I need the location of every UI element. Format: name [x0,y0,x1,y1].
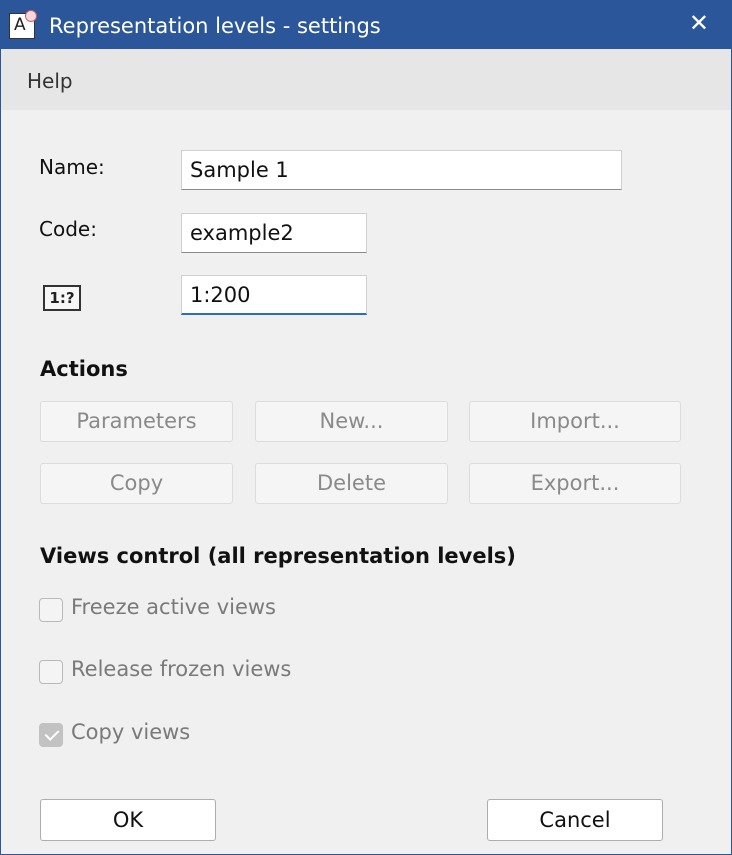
delete-button[interactable]: Delete [255,463,448,504]
code-label: Code: [39,217,97,241]
code-input[interactable]: example2 [181,213,367,253]
close-icon[interactable]: ✕ [689,9,709,37]
copy-views-checkbox[interactable] [39,723,63,747]
name-label: Name: [39,155,105,179]
copy-views-label: Copy views [71,720,191,744]
scale-input[interactable]: 1:200 [181,275,367,315]
app-icon-letter: A [14,15,26,35]
parameters-button[interactable]: Parameters [40,401,233,442]
ok-button[interactable]: OK [40,799,216,841]
cancel-button[interactable]: Cancel [487,799,663,841]
scale-icon: 1:? [43,285,81,311]
window-title: Representation levels - settings [49,14,381,38]
import-button[interactable]: Import... [469,401,681,442]
export-button[interactable]: Export... [469,463,681,504]
release-label: Release frozen views [71,657,292,681]
checkmark-icon [44,726,60,741]
actions-heading: Actions [40,357,128,381]
menu-bar: Help [1,49,731,110]
copy-button[interactable]: Copy [40,463,233,504]
freeze-label: Freeze active views [71,595,276,619]
settings-dialog: A Representation levels - settings ✕ Hel… [0,0,732,855]
name-input[interactable]: Sample 1 [181,150,622,190]
freeze-checkbox[interactable] [39,598,63,622]
menu-help[interactable]: Help [27,69,73,93]
release-checkbox[interactable] [39,660,63,684]
app-icon-badge [25,10,37,22]
title-bar: A Representation levels - settings ✕ [1,1,731,49]
app-icon: A [9,10,37,39]
new-button[interactable]: New... [255,401,448,442]
views-control-heading: Views control (all representation levels… [40,544,516,568]
